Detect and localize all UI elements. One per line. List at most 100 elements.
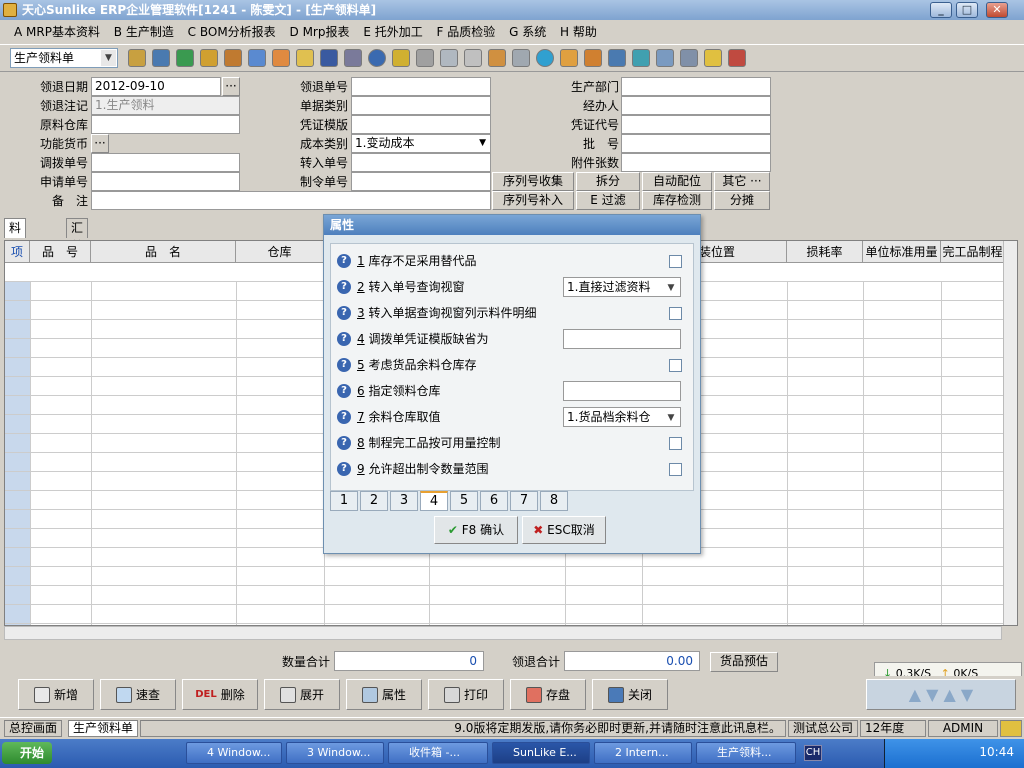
serial-add-button[interactable]: 序列号补入 xyxy=(492,191,574,210)
in-no-field[interactable] xyxy=(351,153,491,172)
refresh-icon[interactable] xyxy=(632,49,650,67)
box-icon[interactable] xyxy=(488,49,506,67)
tree-icon[interactable] xyxy=(584,49,602,67)
cascade-icon[interactable] xyxy=(704,49,722,67)
table-row[interactable] xyxy=(5,605,1005,624)
dept-field[interactable] xyxy=(621,77,771,96)
doc-no-field[interactable] xyxy=(351,77,491,96)
voucher-tpl-field[interactable] xyxy=(351,115,491,134)
menu-mrp-report[interactable]: D Mrp报表 xyxy=(290,25,350,39)
page-tab-7[interactable]: 7 xyxy=(510,491,538,511)
delete-button[interactable]: DEL 删除 xyxy=(182,679,258,710)
cost-cat-select[interactable]: 1.变动成本 ▼ xyxy=(351,134,491,153)
monitor-icon[interactable] xyxy=(152,49,170,67)
pin-icon[interactable] xyxy=(344,49,362,67)
col-item[interactable]: 项 xyxy=(5,241,30,263)
briefcase-icon[interactable] xyxy=(224,49,242,67)
table-row[interactable] xyxy=(5,586,1005,605)
menu-quality[interactable]: F 品质检验 xyxy=(437,25,496,39)
col-warehouse[interactable]: 仓库 xyxy=(236,241,324,263)
doc-cat-field[interactable] xyxy=(351,96,491,115)
page-tab-3[interactable]: 3 xyxy=(390,491,418,511)
split-button[interactable]: 拆分 xyxy=(576,172,640,191)
help-icon[interactable] xyxy=(368,49,386,67)
date-field[interactable]: 2012-09-10 xyxy=(91,77,221,96)
close-button[interactable]: 关闭 xyxy=(592,679,668,710)
menu-help[interactable]: H 帮助 xyxy=(560,25,597,39)
stock-check-button[interactable]: 库存检测 xyxy=(642,191,712,210)
calculator-icon[interactable] xyxy=(464,49,482,67)
batch-field[interactable] xyxy=(621,134,771,153)
forecast-button[interactable]: 货品预估 xyxy=(710,652,778,672)
status-doc-tab[interactable]: 生产领料单 xyxy=(68,720,139,737)
apply-no-field[interactable] xyxy=(91,172,240,191)
date-picker-button[interactable]: ··· xyxy=(222,77,240,96)
table-row[interactable] xyxy=(5,567,1005,586)
attach-field[interactable] xyxy=(621,153,771,172)
other-button[interactable]: 其它 ··· xyxy=(714,172,770,191)
option-5-checkbox[interactable] xyxy=(669,359,682,372)
confirm-button[interactable]: ✔ F8 确认 xyxy=(434,516,518,544)
task-inbox[interactable]: 收件箱 -... xyxy=(388,742,488,764)
task-window-3[interactable]: 3 Window... xyxy=(286,742,384,764)
check-circle-icon[interactable] xyxy=(536,49,554,67)
quick-search-button[interactable]: 速查 xyxy=(100,679,176,710)
filter-button[interactable]: E 过滤 xyxy=(576,191,640,210)
screen-icon[interactable] xyxy=(608,49,626,67)
col-process[interactable]: 完工品制程 xyxy=(941,241,1005,263)
bell-icon[interactable] xyxy=(560,49,578,67)
close-doc-icon[interactable] xyxy=(680,49,698,67)
option-1-checkbox[interactable] xyxy=(669,255,682,268)
book-icon[interactable] xyxy=(320,49,338,67)
close-window-button[interactable]: ✕ xyxy=(986,2,1008,18)
grid-vertical-scrollbar[interactable] xyxy=(1003,241,1017,625)
nav-arrows[interactable]: ▲ ▼ ▲ ▼ xyxy=(866,679,1016,710)
tab-summary[interactable]: 汇总 xyxy=(66,218,89,253)
cancel-button[interactable]: ✖ ESC取消 xyxy=(522,516,606,544)
share-button[interactable]: 分摊 xyxy=(714,191,770,210)
order-no-field[interactable] xyxy=(351,172,491,191)
doc-type-select[interactable]: 生产领料单 ▼ xyxy=(10,48,118,68)
grid-horizontal-scrollbar[interactable] xyxy=(4,626,1002,640)
copy-icon[interactable] xyxy=(512,49,530,67)
task-internet[interactable]: 2 Intern... xyxy=(594,742,692,764)
menu-mrp-basic[interactable]: A MRP基本资料 xyxy=(14,25,100,39)
flag-select[interactable]: 1.生产领料 xyxy=(91,96,240,115)
col-std-qty[interactable]: 单位标准用量 xyxy=(863,241,941,263)
clock[interactable]: 10:44 xyxy=(979,745,1014,759)
dollar-icon[interactable] xyxy=(392,49,410,67)
option-9-checkbox[interactable] xyxy=(669,463,682,476)
handler-field[interactable] xyxy=(621,96,771,115)
user-icon[interactable] xyxy=(200,49,218,67)
page-tab-1[interactable]: 1 xyxy=(330,491,358,511)
option-6-input[interactable] xyxy=(563,381,681,401)
status-home-tab[interactable]: 总控画面 xyxy=(4,720,63,737)
mail-icon[interactable] xyxy=(296,49,314,67)
task-window-4[interactable]: 4 Window... xyxy=(186,742,282,764)
option-3-checkbox[interactable] xyxy=(669,307,682,320)
language-indicator[interactable]: CH xyxy=(804,745,822,761)
menu-system[interactable]: G 系统 xyxy=(509,25,546,39)
col-item-name[interactable]: 品 名 xyxy=(91,241,236,263)
page-tab-2[interactable]: 2 xyxy=(360,491,388,511)
page-tab-5[interactable]: 5 xyxy=(450,491,478,511)
properties-button[interactable]: 属性 xyxy=(346,679,422,710)
tab-detail[interactable]: 料件明细 xyxy=(4,218,27,289)
document-icon[interactable] xyxy=(440,49,458,67)
transfer-no-field[interactable] xyxy=(91,153,240,172)
auto-alloc-button[interactable]: 自动配位 xyxy=(642,172,712,191)
menu-production[interactable]: B 生产制造 xyxy=(114,25,174,39)
voucher-code-field[interactable] xyxy=(621,115,771,134)
memo-field[interactable] xyxy=(91,191,491,210)
tool-icon[interactable] xyxy=(128,49,146,67)
start-button[interactable]: 开始 xyxy=(2,742,52,764)
maximize-button[interactable]: □ xyxy=(956,2,978,18)
col-loss-rate[interactable]: 损耗率 xyxy=(787,241,863,263)
menu-bom-report[interactable]: C BOM分析报表 xyxy=(188,25,276,39)
page-tab-4[interactable]: 4 xyxy=(420,491,448,511)
page-tab-6[interactable]: 6 xyxy=(480,491,508,511)
exit-icon[interactable] xyxy=(728,49,746,67)
phone-icon[interactable] xyxy=(176,49,194,67)
window-icon[interactable] xyxy=(656,49,674,67)
cart-icon[interactable] xyxy=(416,49,434,67)
